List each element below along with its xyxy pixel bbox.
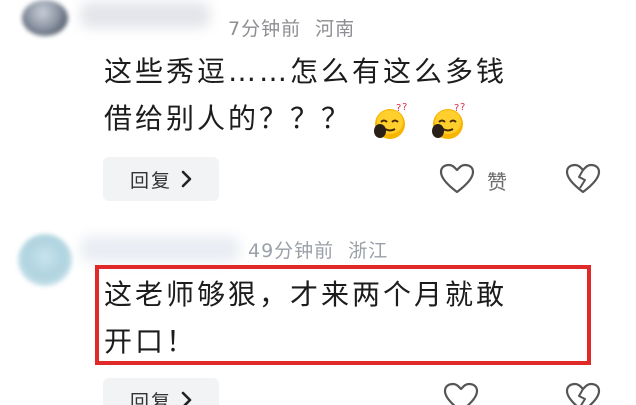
chevron-right-icon xyxy=(181,170,192,188)
like-button[interactable] xyxy=(439,163,475,199)
blurred-username xyxy=(80,2,210,28)
comment-text-line: 开口！ xyxy=(104,325,198,358)
comment-text-line: 这老师够狠，才来两个月就敢 xyxy=(104,278,508,311)
broken-heart-icon xyxy=(565,382,601,405)
comment-text-line: 这些秀逗……怎么有这么多钱 xyxy=(104,55,508,88)
comment-text: 这些秀逗……怎么有这么多钱 借给别人的？？？ ? ? ? ? xyxy=(104,48,604,144)
dislike-button[interactable] xyxy=(565,163,601,199)
comment-time: 7分钟前 xyxy=(228,18,302,40)
svg-text:?: ? xyxy=(460,102,468,113)
comment-meta: 49分钟前 浙江 xyxy=(248,236,388,263)
comment-text: 这老师够狠，才来两个月就敢 开口！ xyxy=(104,271,582,365)
reply-button[interactable]: 回复 xyxy=(103,378,219,405)
reply-label: 回复 xyxy=(129,390,172,405)
comment-location: 浙江 xyxy=(348,240,389,262)
reply-button[interactable]: 回复 xyxy=(103,157,219,201)
heart-icon xyxy=(443,382,479,405)
chevron-right-icon xyxy=(181,391,192,405)
blurred-username xyxy=(80,236,240,262)
comment-location: 河南 xyxy=(315,18,356,40)
dislike-button[interactable] xyxy=(565,382,601,405)
heart-icon xyxy=(439,163,475,194)
like-button[interactable] xyxy=(443,382,479,405)
comment-feed: 7分钟前 河南 这些秀逗……怎么有这么多钱 借给别人的？？？ ? ? ? ? 回… xyxy=(0,0,636,405)
like-label[interactable]: 赞 xyxy=(487,166,509,195)
broken-heart-icon xyxy=(565,163,601,194)
avatar[interactable] xyxy=(18,234,72,286)
dizzy-face-emoji-icon: ? ? xyxy=(428,97,468,144)
comment-text-line-with-emoji: 借给别人的？？？ ? ? ? ? xyxy=(104,95,604,144)
comment-meta: 7分钟前 河南 xyxy=(228,14,355,41)
svg-text:?: ? xyxy=(402,102,410,113)
avatar[interactable] xyxy=(22,0,68,36)
dizzy-face-emoji-icon: ? ? xyxy=(370,97,410,144)
comment-text-line: 借给别人的？？？ xyxy=(104,102,353,135)
reply-label: 回复 xyxy=(129,169,172,192)
comment-time: 49分钟前 xyxy=(248,240,335,262)
